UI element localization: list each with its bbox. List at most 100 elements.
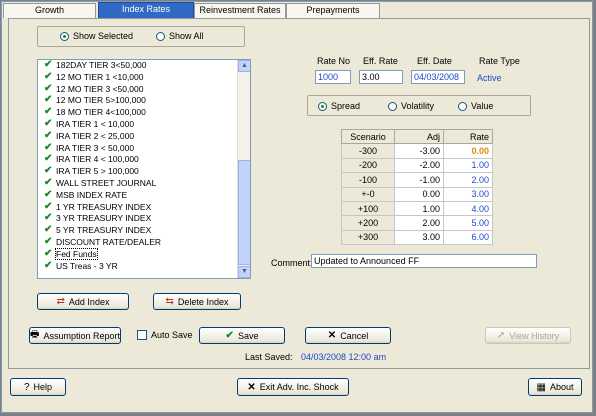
- list-item[interactable]: ✔ 182DAY TIER 3<50,000: [38, 60, 238, 72]
- adj-cell[interactable]: -3.00: [394, 143, 445, 159]
- delete-index-button[interactable]: ⇆ Delete Index: [153, 293, 241, 310]
- view-history-button[interactable]: ➚ View History: [485, 327, 571, 344]
- add-index-button[interactable]: ⇄ Add Index: [37, 293, 129, 310]
- tab-reinvestment-rates[interactable]: Reinvestment Rates: [194, 3, 286, 18]
- rate-cell[interactable]: 1.00: [443, 157, 493, 174]
- scroll-down-arrow-icon[interactable]: ▼: [238, 266, 250, 278]
- tab-prepayments[interactable]: Prepayments: [286, 3, 380, 18]
- scenario-cell: -100: [340, 172, 396, 188]
- list-item[interactable]: ✔ 5 YR TREASURY INDEX: [38, 224, 238, 237]
- table-row: +-0 0.00 3.00: [340, 186, 493, 202]
- list-scrollbar[interactable]: ▲ ▼: [237, 60, 250, 278]
- history-icon: ➚: [496, 330, 506, 341]
- list-item[interactable]: ✔ 18 MO TIER 4<100,000: [38, 106, 238, 119]
- list-item[interactable]: ✔ 12 MO TIER 5>100,000: [38, 94, 238, 107]
- scenario-cell: +-0: [340, 186, 396, 202]
- show-all-radio[interactable]: Show All: [156, 31, 204, 41]
- rate-cell[interactable]: 5.00: [443, 215, 493, 231]
- index-listbox[interactable]: ✔ 182DAY TIER 3<50,000 ✔ 12 MO TIER 1 <10,0…: [37, 59, 251, 279]
- list-item[interactable]: ✔ WALL STREET JOURNAL: [38, 177, 238, 190]
- checkmark-icon: ✔: [44, 82, 53, 94]
- show-selected-label: Show Selected: [73, 31, 134, 41]
- cancel-button[interactable]: ✕ Cancel: [305, 327, 391, 344]
- rate-cell[interactable]: 3.00: [443, 186, 493, 202]
- checkmark-icon: ✔: [44, 70, 53, 82]
- list-item[interactable]: ✔ Fed Funds: [38, 247, 238, 261]
- table-row: -300 -3.00 0.00: [340, 143, 493, 159]
- list-item-label: 18 MO TIER 4<100,000: [56, 107, 146, 118]
- list-item[interactable]: ✔ IRA TIER 4 < 100,000: [38, 153, 238, 166]
- save-label: Save: [237, 330, 259, 341]
- volatility-radio[interactable]: Volatility: [388, 101, 434, 111]
- list-item-label: US Treas - 3 YR: [56, 260, 118, 271]
- eff-rate-field[interactable]: 3.00: [359, 70, 403, 84]
- help-button[interactable]: ? Help: [10, 378, 66, 396]
- checkmark-icon: ✔: [44, 212, 53, 224]
- view-option-group: Show Selected Show All: [37, 26, 245, 47]
- checkmark-icon: ✔: [44, 247, 53, 259]
- auto-save-checkbox[interactable]: Auto Save: [137, 330, 193, 340]
- radio-selected-icon: [60, 31, 69, 41]
- show-all-label: Show All: [169, 31, 204, 41]
- list-item[interactable]: ✔ IRA TIER 1 < 10,000: [38, 118, 238, 131]
- about-button[interactable]: ▦ About: [528, 378, 582, 396]
- checkmark-icon: ✔: [44, 165, 53, 177]
- index-rates-panel: Show Selected Show All ✔ 182DAY TIER 3<50…: [8, 18, 590, 369]
- scroll-up-arrow-icon[interactable]: ▲: [238, 60, 250, 72]
- checkmark-icon: ✔: [44, 94, 53, 106]
- help-icon: ?: [23, 381, 30, 393]
- adj-cell[interactable]: 2.00: [394, 215, 445, 231]
- exit-label: Exit Adv. Inc. Shock: [259, 382, 339, 392]
- list-item[interactable]: ✔ 1 YR TREASURY INDEX: [38, 201, 238, 214]
- adj-cell[interactable]: 1.00: [394, 200, 445, 217]
- value-radio[interactable]: Value: [458, 101, 493, 111]
- eff-date-field[interactable]: 04/03/2008: [411, 70, 465, 84]
- spread-radio[interactable]: Spread: [318, 101, 360, 111]
- scenario-cell: -300: [340, 143, 396, 159]
- tab-growth[interactable]: Growth: [3, 3, 96, 18]
- rate-cell[interactable]: 2.00: [443, 172, 493, 188]
- scenario-table: Scenario Adj Rate -300 -3.00 0.00 -200 -2.00…: [340, 128, 493, 246]
- list-item[interactable]: ✔ US Treas - 3 YR: [38, 260, 238, 273]
- table-row: -100 -1.00 2.00: [340, 172, 493, 188]
- spread-label: Spread: [331, 101, 361, 111]
- tab-strip: Growth Index Rates Reinvestment Rates Pr…: [2, 2, 594, 19]
- list-item[interactable]: ✔ IRA TIER 5 > 100,000: [38, 165, 238, 178]
- list-item-label: 5 YR TREASURY INDEX: [56, 225, 152, 236]
- adj-cell[interactable]: 0.00: [394, 186, 445, 202]
- list-item[interactable]: ✔ 12 MO TIER 1 <10,000: [38, 70, 238, 84]
- delete-index-label: Delete Index: [177, 296, 229, 307]
- rate-no-field[interactable]: 1000: [315, 70, 351, 84]
- adj-cell[interactable]: 3.00: [394, 229, 445, 246]
- save-button[interactable]: ✔ Save: [199, 327, 285, 344]
- adj-cell[interactable]: -1.00: [394, 172, 445, 188]
- assumption-report-button[interactable]: 🖶 Assumption Report: [29, 327, 121, 344]
- list-item-label: IRA TIER 4 < 100,000: [56, 154, 139, 165]
- adj-header: Adj: [394, 128, 445, 145]
- auto-save-label: Auto Save: [151, 330, 193, 340]
- shock-type-group: Spread Volatility Value: [307, 95, 531, 116]
- checkmark-icon: ✔: [44, 106, 53, 118]
- scroll-thumb[interactable]: [238, 160, 250, 265]
- list-item-label: 12 MO TIER 1 <10,000: [56, 71, 144, 82]
- list-item-label: DISCOUNT RATE/DEALER: [56, 236, 162, 247]
- exit-button[interactable]: ✕ Exit Adv. Inc. Shock: [237, 378, 349, 396]
- about-label: About: [549, 382, 574, 392]
- list-item[interactable]: ✔ MSB INDEX RATE: [38, 189, 238, 202]
- comment-field[interactable]: Updated to Announced FF: [311, 254, 537, 268]
- list-item[interactable]: ✔ IRA TIER 3 < 50,000: [38, 142, 238, 155]
- rate-cell[interactable]: 0.00: [443, 143, 493, 159]
- show-selected-radio[interactable]: Show Selected: [60, 31, 133, 41]
- checkbox-icon: [137, 330, 147, 340]
- list-item[interactable]: ✔ 12 MO TIER 3 <50,000: [38, 82, 238, 96]
- list-item-label: 182DAY TIER 3<50,000: [56, 60, 147, 70]
- rate-cell[interactable]: 6.00: [443, 229, 493, 246]
- list-item-label: MSB INDEX RATE: [56, 189, 128, 200]
- list-item[interactable]: ✔ 3 YR TREASURY INDEX: [38, 212, 238, 225]
- tab-index-rates[interactable]: Index Rates: [98, 2, 194, 19]
- list-item[interactable]: ✔ IRA TIER 2 < 25,000: [38, 130, 238, 143]
- close-icon: ✕: [327, 330, 337, 341]
- rate-cell[interactable]: 4.00: [443, 200, 493, 217]
- adj-cell[interactable]: -2.00: [394, 157, 445, 174]
- list-item[interactable]: ✔ DISCOUNT RATE/DEALER: [38, 236, 238, 249]
